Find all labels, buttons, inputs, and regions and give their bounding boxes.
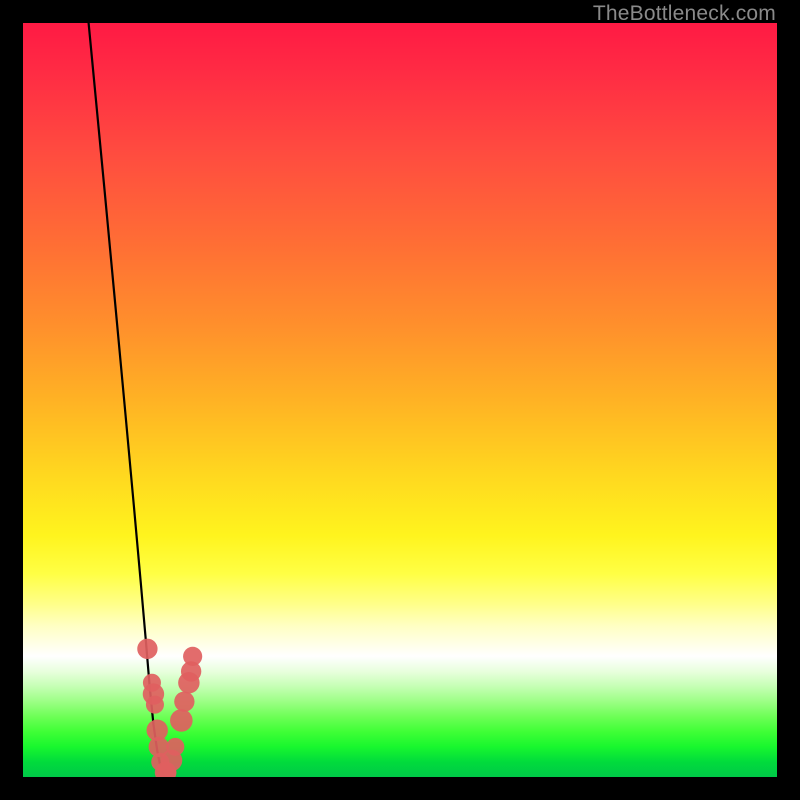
- chart-marker: [183, 647, 202, 666]
- chart-marker: [170, 709, 193, 732]
- chart-marker: [166, 738, 184, 756]
- chart-curve-left-branch: [89, 23, 165, 777]
- chart-marker: [174, 691, 194, 711]
- chart-svg: [23, 23, 777, 777]
- watermark-text: TheBottleneck.com: [593, 2, 776, 26]
- chart-outer-frame: TheBottleneck.com: [0, 0, 800, 800]
- chart-plot-area: [23, 23, 777, 777]
- chart-marker: [137, 639, 157, 659]
- chart-marker: [146, 696, 164, 714]
- chart-curves: [89, 23, 165, 777]
